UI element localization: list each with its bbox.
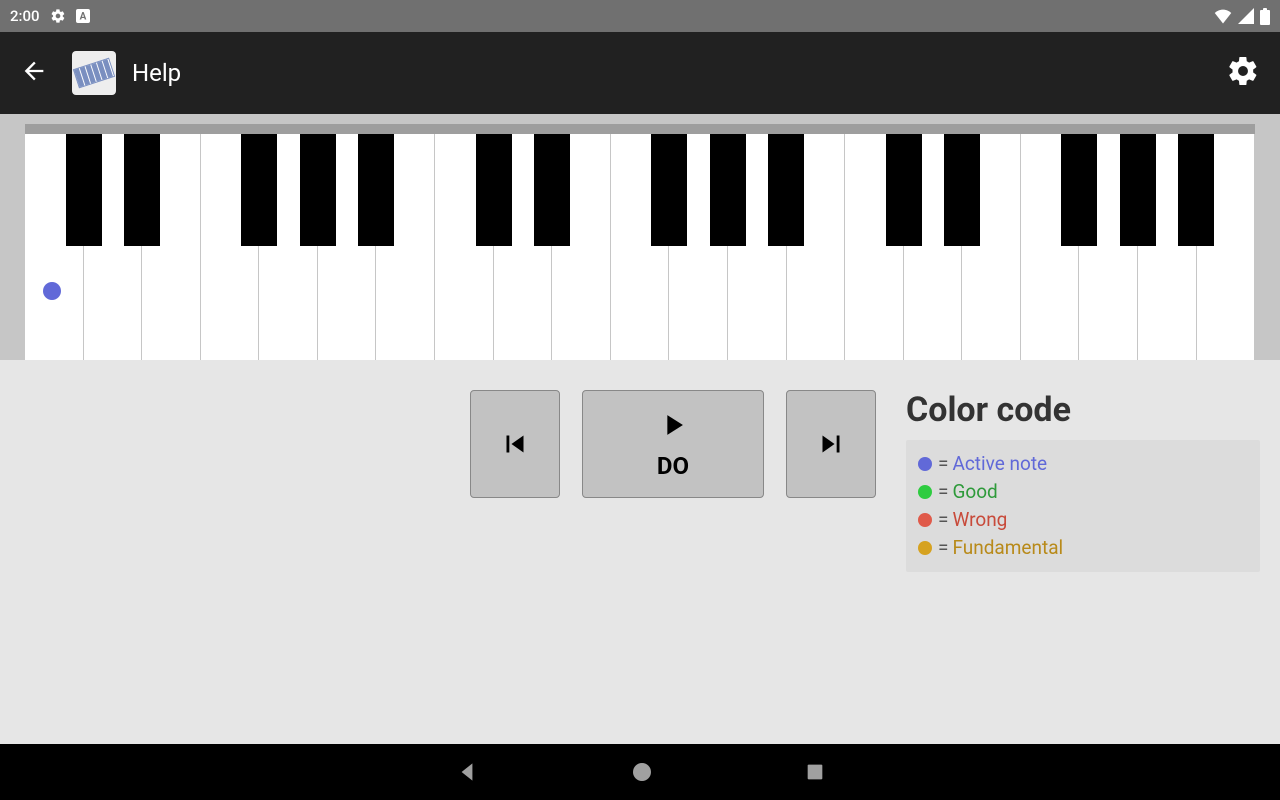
settings-icon[interactable] [1226,54,1260,92]
legend-label: Active note [952,450,1047,478]
legend-equals: = [938,450,948,478]
black-key[interactable] [710,134,746,246]
black-key[interactable] [358,134,394,246]
legend-item: = Active note [918,450,1248,478]
piano-scrollbar[interactable] [25,124,1255,134]
legend-box: = Active note = Good = Wrong = Fundament… [906,440,1260,572]
prev-button[interactable] [470,390,560,498]
battery-icon [1260,8,1270,25]
skip-previous-icon [498,427,532,461]
black-key[interactable] [651,134,687,246]
black-key[interactable] [300,134,336,246]
legend-equals: = [938,506,948,534]
black-key[interactable] [1178,134,1214,246]
black-key[interactable] [768,134,804,246]
legend-title: Color code [906,390,1260,430]
skip-next-icon [814,427,848,461]
legend-item: = Good [918,478,1248,506]
legend-label: Good [952,478,997,506]
status-time: 2:00 [10,7,40,25]
action-bar: Help [0,32,1280,114]
signal-icon [1238,8,1254,24]
black-key[interactable] [66,134,102,246]
next-button[interactable] [786,390,876,498]
legend-equals: = [938,534,948,562]
status-bar: 2:00 A [0,0,1280,32]
active-note-dot [43,282,61,300]
controls: DO [470,390,876,744]
play-icon [656,408,690,442]
nav-back-icon[interactable] [454,759,480,785]
nav-home-icon[interactable] [630,760,654,784]
black-key[interactable] [476,134,512,246]
black-key[interactable] [1120,134,1156,246]
legend: Color code = Active note = Good = Wrong … [906,390,1260,744]
piano-area [0,114,1280,360]
nav-recent-icon[interactable] [804,761,826,783]
legend-item: = Fundamental [918,534,1248,562]
play-note-label: DO [657,452,689,480]
app-badge-icon: A [76,9,90,23]
black-key[interactable] [886,134,922,246]
back-arrow-icon[interactable] [20,57,48,89]
app-icon [72,51,116,95]
page-title: Help [132,59,181,87]
legend-dot-icon [918,541,932,555]
black-key[interactable] [944,134,980,246]
svg-text:A: A [79,12,86,23]
legend-label: Wrong [952,506,1007,534]
nav-bar [0,744,1280,800]
gear-small-icon [50,8,66,24]
legend-equals: = [938,478,948,506]
black-key[interactable] [1061,134,1097,246]
legend-item: = Wrong [918,506,1248,534]
piano-keyboard [25,134,1255,360]
black-key[interactable] [124,134,160,246]
legend-dot-icon [918,513,932,527]
wifi-icon [1214,8,1232,24]
play-button[interactable]: DO [582,390,764,498]
black-key[interactable] [241,134,277,246]
legend-label: Fundamental [952,534,1063,562]
legend-dot-icon [918,457,932,471]
content-area: DO Color code = Active note = Good = Wro… [0,360,1280,744]
black-key[interactable] [534,134,570,246]
legend-dot-icon [918,485,932,499]
